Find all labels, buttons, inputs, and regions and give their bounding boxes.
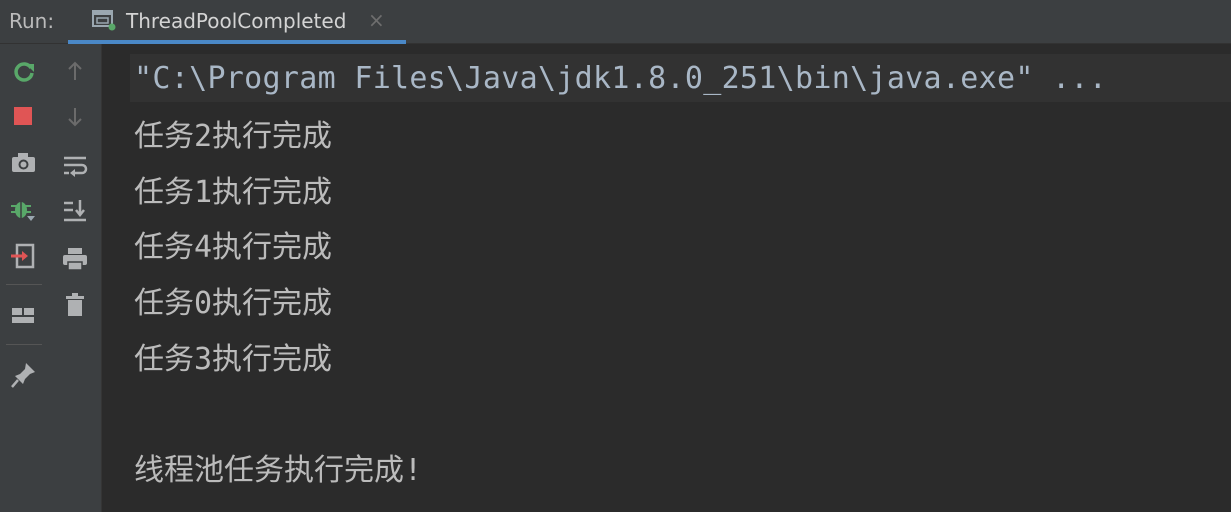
rerun-icon[interactable] <box>9 56 39 86</box>
console-app-icon <box>92 9 116 31</box>
console-line: 任务3执行完成 <box>134 342 333 377</box>
run-toolbar-primary <box>0 44 48 512</box>
stop-icon[interactable] <box>9 102 39 132</box>
run-header: Run: ThreadPoolCompleted × <box>0 0 1231 44</box>
console-line: 任务0执行完成 <box>134 286 333 321</box>
close-icon[interactable]: × <box>368 8 385 32</box>
run-tool-window: Run: ThreadPoolCompleted × "C:\Program F… <box>0 0 1231 512</box>
run-label: Run: <box>9 9 55 33</box>
soft-wrap-icon[interactable] <box>60 150 90 180</box>
command-text: "C:\Program Files\Java\jdk1.8.0_251\bin\… <box>134 61 1108 96</box>
arrow-down-icon[interactable] <box>60 102 90 132</box>
tab-title: ThreadPoolCompleted <box>126 9 347 33</box>
tab-thread-pool-completed[interactable]: ThreadPoolCompleted × <box>68 0 406 44</box>
arrow-up-icon[interactable] <box>60 56 90 86</box>
toolbar-separator <box>6 344 42 345</box>
scroll-to-end-icon[interactable] <box>60 196 90 226</box>
console-line: 线程池任务执行完成! <box>134 453 423 488</box>
print-icon[interactable] <box>60 244 90 274</box>
console-line: 任务4执行完成 <box>134 230 333 265</box>
toolbar-separator <box>6 284 42 285</box>
console-output[interactable]: "C:\Program Files\Java\jdk1.8.0_251\bin\… <box>102 44 1231 512</box>
layout-icon[interactable] <box>9 300 39 330</box>
console-line: 任务2执行完成 <box>134 119 333 154</box>
command-line: "C:\Program Files\Java\jdk1.8.0_251\bin\… <box>130 54 1231 102</box>
pin-icon[interactable] <box>9 360 39 390</box>
debug-bug-icon[interactable] <box>9 194 39 224</box>
console-line: 任务1执行完成 <box>134 175 333 210</box>
camera-icon[interactable] <box>9 148 39 178</box>
run-toolbar-secondary <box>48 44 102 512</box>
trash-icon[interactable] <box>60 290 90 320</box>
exit-icon[interactable] <box>9 241 39 271</box>
